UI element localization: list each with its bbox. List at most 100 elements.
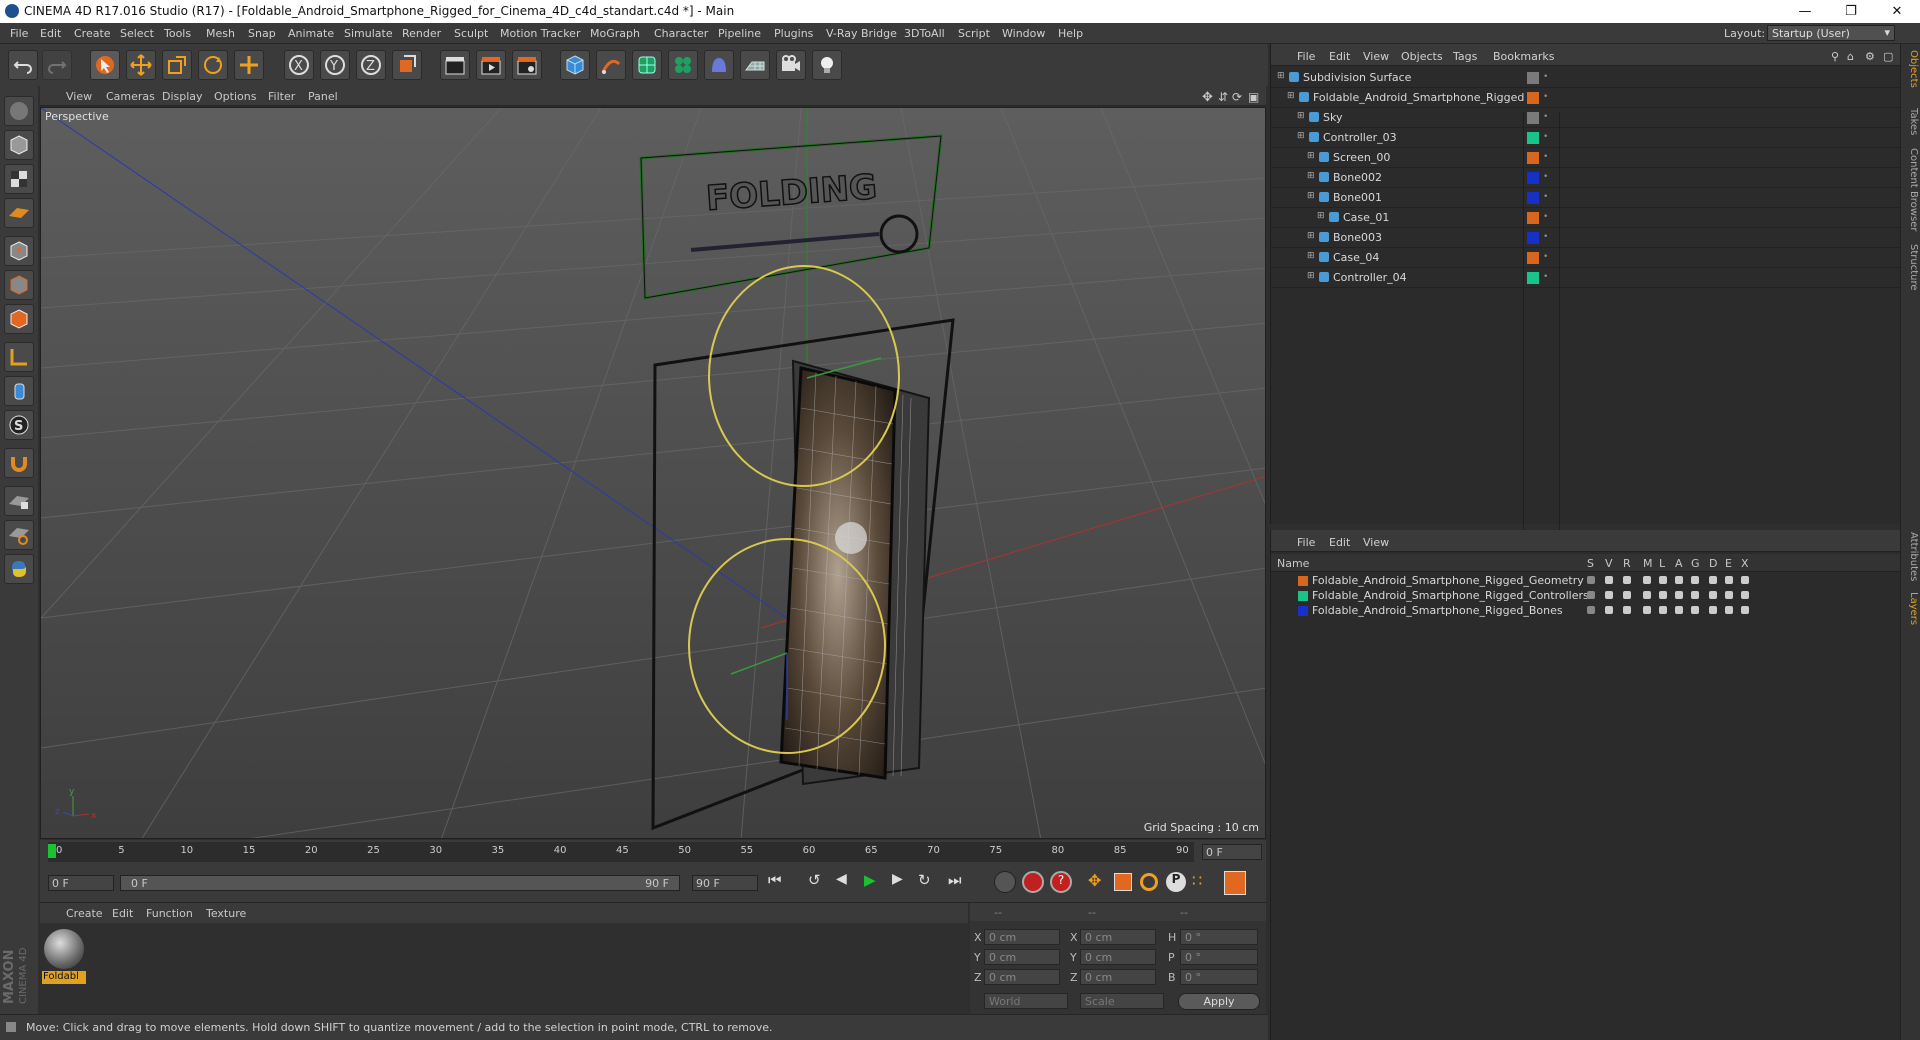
manager-icon[interactable] (1643, 576, 1651, 584)
render-settings-button[interactable] (512, 50, 542, 80)
go-to-end-button[interactable]: ⏭ (948, 871, 972, 889)
menu-script[interactable]: Script (958, 27, 990, 40)
transform-tool-button[interactable] (234, 50, 264, 80)
menu-window[interactable]: Window (1002, 27, 1045, 40)
visibility-dot-icon[interactable]: • (1543, 152, 1548, 162)
3d-viewport[interactable]: FOLDING y x z Perspective Grid Spacing:… (40, 107, 1266, 839)
position-y-field[interactable]: 0 cm (984, 949, 1060, 965)
object-row[interactable]: ⊞ Screen_00 • (1271, 148, 1901, 168)
menu-pipeline[interactable]: Pipeline (718, 27, 761, 40)
points-mode-button[interactable] (4, 236, 34, 266)
material-swatch[interactable]: Foldabl (42, 927, 86, 985)
layer-color-tag[interactable] (1527, 152, 1539, 164)
expand-toggle-icon[interactable]: ⊞ (1297, 111, 1305, 121)
visibility-dot-icon[interactable]: • (1543, 172, 1548, 182)
x-axis-lock-button[interactable]: X (284, 50, 314, 80)
expand-toggle-icon[interactable]: ⊞ (1317, 211, 1325, 221)
minimize-button[interactable]: — (1782, 0, 1828, 23)
layer-color-tag[interactable] (1527, 232, 1539, 244)
expand-toggle-icon[interactable]: ⊞ (1307, 231, 1315, 241)
axis-mode-button[interactable] (4, 342, 34, 372)
object-row[interactable]: ⊞ Case_04 • (1271, 248, 1901, 268)
key-rotation-icon[interactable] (1140, 873, 1158, 891)
record-active-objects-button[interactable] (1022, 871, 1044, 893)
om-search-icon[interactable]: ⚲ (1831, 50, 1839, 63)
om-menu-edit[interactable]: Edit (1329, 50, 1350, 63)
redo-button[interactable] (42, 50, 72, 80)
size-mode-select[interactable]: Scale (1080, 993, 1164, 1009)
generator-icon[interactable] (1691, 576, 1699, 584)
playhead-marker[interactable] (48, 844, 56, 858)
expand-toggle-icon[interactable]: ⊞ (1307, 171, 1315, 181)
viewport-zoom-icon[interactable]: ⇵ (1218, 90, 1228, 104)
subdivision-surface-button[interactable] (632, 50, 662, 80)
layer-row[interactable]: Foldable_Android_Smartphone_Rigged_Contr… (1271, 588, 1901, 603)
expand-toggle-icon[interactable]: ⊞ (1287, 91, 1295, 101)
workplane-mode-button[interactable] (4, 198, 34, 228)
layer-color-swatch[interactable] (1298, 591, 1308, 601)
expand-toggle-icon[interactable]: ⊞ (1307, 151, 1315, 161)
view-eye-icon[interactable] (1605, 591, 1613, 599)
xref-icon[interactable] (1741, 591, 1749, 599)
close-button[interactable]: ✕ (1874, 0, 1920, 23)
play-button[interactable]: ▶ (864, 871, 888, 889)
viewport-menu-filter[interactable]: Filter (268, 90, 295, 103)
visibility-dot-icon[interactable]: • (1543, 112, 1548, 122)
material-menu-function[interactable]: Function (146, 907, 193, 920)
visibility-dot-icon[interactable]: • (1543, 72, 1548, 82)
object-row[interactable]: ⊞ Sky • (1271, 108, 1901, 128)
lm-menu-view[interactable]: View (1363, 536, 1389, 549)
layer-color-tag[interactable] (1527, 212, 1539, 224)
render-to-picture-viewer-button[interactable] (476, 50, 506, 80)
menu-character[interactable]: Character (654, 27, 708, 40)
viewport-menu-display[interactable]: Display (162, 90, 203, 103)
tab-layers[interactable]: Layers (1903, 592, 1919, 625)
menu-motion-tracker[interactable]: Motion Tracker (500, 27, 580, 40)
layer-row[interactable]: Foldable_Android_Smartphone_Rigged_Geome… (1271, 573, 1901, 588)
lock-icon[interactable] (1659, 591, 1667, 599)
spline-pen-button[interactable] (596, 50, 626, 80)
tweak-mode-button[interactable] (4, 376, 34, 406)
deformer-icon[interactable] (1709, 576, 1717, 584)
visibility-dot-icon[interactable]: • (1543, 232, 1548, 242)
menu-simulate[interactable]: Simulate (344, 27, 393, 40)
menu-mograph[interactable]: MoGraph (590, 27, 640, 40)
tab-takes[interactable]: Takes (1903, 108, 1919, 135)
visibility-dot-icon[interactable]: • (1543, 272, 1548, 282)
menu-render[interactable]: Render (402, 27, 441, 40)
layer-color-tag[interactable] (1527, 252, 1539, 264)
make-editable-button[interactable] (4, 96, 34, 126)
object-row[interactable]: ⊞ Subdivision Surface • (1271, 68, 1901, 88)
layer-color-swatch[interactable] (1298, 606, 1308, 616)
lock-icon[interactable] (1659, 606, 1667, 614)
layer-color-tag[interactable] (1527, 172, 1539, 184)
viewport-toggle-icon[interactable]: ▣ (1248, 90, 1259, 104)
object-row[interactable]: ⊞ Bone003 • (1271, 228, 1901, 248)
keyframe-selection-button[interactable] (994, 871, 1016, 893)
menu-sculpt[interactable]: Sculpt (454, 27, 488, 40)
expand-toggle-icon[interactable]: ⊞ (1307, 251, 1315, 261)
texture-mode-button[interactable] (4, 164, 34, 194)
next-key-button[interactable]: ↻ (918, 871, 942, 889)
key-scale-icon[interactable] (1114, 873, 1132, 891)
go-to-start-button[interactable]: ⏮ (768, 871, 792, 889)
previous-key-button[interactable]: ↺ (808, 871, 832, 889)
end-frame-field[interactable]: 90 F (692, 875, 758, 891)
lm-menu-file[interactable]: File (1297, 536, 1315, 549)
solo-icon[interactable] (1587, 576, 1595, 584)
menu-select[interactable]: Select (120, 27, 154, 40)
viewport-move-icon[interactable]: ✥ (1202, 90, 1213, 105)
deformer-icon[interactable] (1709, 591, 1717, 599)
planar-workplane-button[interactable] (4, 520, 34, 550)
menu-create[interactable]: Create (74, 27, 111, 40)
light-button[interactable] (812, 50, 842, 80)
om-menu-tags[interactable]: Tags (1453, 50, 1477, 63)
om-settings-icon[interactable]: ⚙ (1865, 50, 1875, 63)
layer-color-tag[interactable] (1527, 72, 1539, 84)
expression-icon[interactable] (1725, 606, 1733, 614)
solo-icon[interactable] (1587, 591, 1595, 599)
timeline-end-field[interactable]: 0 F (1202, 844, 1262, 860)
expand-toggle-icon[interactable]: ⊞ (1307, 271, 1315, 281)
edges-mode-button[interactable] (4, 270, 34, 300)
rotation-p-field[interactable]: 0 ° (1180, 949, 1258, 965)
